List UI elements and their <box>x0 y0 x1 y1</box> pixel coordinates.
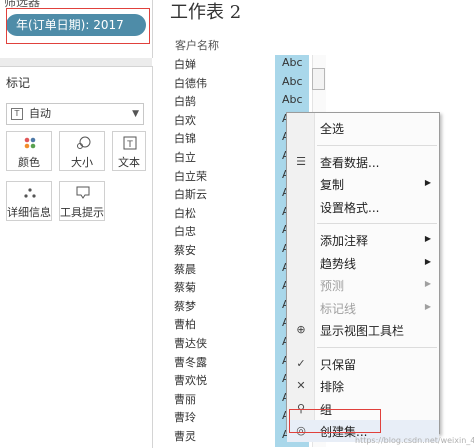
row-customer-name[interactable]: 白婵 <box>174 56 196 72</box>
menu-item-label: 添加注释 <box>320 234 369 248</box>
row-customer-name[interactable]: 蔡菊 <box>174 279 196 295</box>
row-customer-name[interactable]: 白斯云 <box>174 186 207 202</box>
row-customer-name[interactable]: 蔡梦 <box>174 298 196 314</box>
menu-item-label: 复制 <box>320 178 345 192</box>
marks-color-label: 颜色 <box>18 156 40 169</box>
watermark: https://blog.csdn.net/weixin_44 <box>355 436 474 445</box>
marks-title: 标记 <box>6 76 31 90</box>
chevron-down-icon: ▼ <box>132 109 139 119</box>
menu-item-label: 设置格式... <box>320 200 380 215</box>
menu-item[interactable]: 全选 <box>287 117 439 139</box>
row-customer-name[interactable]: 蔡晨 <box>174 261 196 277</box>
svg-text:T: T <box>126 140 133 150</box>
menu-item-label: 排除 <box>320 380 345 394</box>
menu-item[interactable]: ✕ 排除 <box>287 375 439 397</box>
row-abc-cell[interactable]: Abc <box>282 56 303 69</box>
x-icon: ✕ <box>296 379 306 392</box>
worksheet-title: 工作表 2 <box>170 2 242 23</box>
detail-icon <box>7 186 51 200</box>
menu-item[interactable]: 设置格式... <box>287 196 439 218</box>
menu-item[interactable]: 趋势线 ▶ <box>287 252 439 274</box>
context-menu: 全选 ☰ 查看数据... 复制 ▶ 设置格式... 添加注释 ▶ 趋势线 ▶ 预测 ▶ 标记线 ▶ ⊕ 显示视… <box>286 112 440 442</box>
mark-type-value: 自动 <box>29 107 51 120</box>
tooltip-icon <box>60 186 104 200</box>
marks-tooltip-button[interactable]: 工具提示 <box>59 181 105 221</box>
row-customer-name[interactable]: 曹玲 <box>174 409 196 425</box>
marks-text-label: 文本 <box>118 156 140 169</box>
scrollbar-thumb[interactable] <box>312 68 325 90</box>
check-icon: ✓ <box>296 356 306 370</box>
row-customer-name[interactable]: 白立 <box>174 149 196 165</box>
view-data-icon: ☰ <box>296 154 306 168</box>
row-customer-name[interactable]: 白欢 <box>174 112 196 128</box>
menu-item[interactable]: 添加注释 ▶ <box>287 229 439 251</box>
column-header[interactable]: 客户名称 <box>175 37 219 53</box>
submenu-arrow-icon: ▶ <box>424 234 431 243</box>
menu-item[interactable]: 标记线 ▶ <box>287 297 439 319</box>
row-customer-name[interactable]: 曹达侠 <box>174 335 207 351</box>
row-customer-name[interactable]: 白德伟 <box>174 75 207 91</box>
filter-highlight-box <box>6 8 150 44</box>
marks-detail-button[interactable]: 详细信息 <box>6 181 52 221</box>
row-customer-name[interactable]: 曹丽 <box>174 391 196 407</box>
submenu-arrow-icon: ▶ <box>424 178 431 187</box>
menu-item-label: 只保留 <box>320 357 357 372</box>
row-customer-name[interactable]: 曹欢悦 <box>174 372 207 388</box>
menu-item-label: 全选 <box>320 122 345 136</box>
row-customer-name[interactable]: 曹冬露 <box>174 354 207 370</box>
row-customer-name[interactable]: 白立荣 <box>174 168 207 184</box>
menu-item[interactable]: ✓ 只保留 <box>287 353 439 375</box>
row-customer-name[interactable]: 白松 <box>174 205 196 221</box>
row-customer-name[interactable]: 蔡安 <box>174 242 196 258</box>
marks-detail-label: 详细信息 <box>7 206 51 219</box>
row-customer-name[interactable]: 曹灵 <box>174 428 196 444</box>
row-customer-name[interactable]: 白忠 <box>174 223 196 239</box>
marks-color-button[interactable]: 颜色 <box>6 131 52 171</box>
menu-item[interactable]: 复制 ▶ <box>287 173 439 195</box>
mark-type-select[interactable]: T 自动 ▼ <box>6 103 144 125</box>
marks-text-button[interactable]: T 文本 <box>112 131 146 171</box>
menu-item[interactable]: ⊕ 显示视图工具栏 <box>287 319 439 341</box>
color-dots-icon <box>7 136 51 150</box>
text-icon: T <box>11 108 23 120</box>
menu-item-label: 查看数据... <box>320 155 380 170</box>
marks-card: 标记 T 自动 ▼ 颜色 大小 T 文本 详细信息 工具提示 <box>0 66 153 448</box>
size-icon <box>60 136 104 150</box>
menu-item-label: 预测 <box>320 279 345 293</box>
menu-item[interactable]: 预测 ▶ <box>287 274 439 296</box>
menu-item-label: 显示视图工具栏 <box>320 324 405 338</box>
row-customer-name[interactable]: 白鹄 <box>174 93 196 109</box>
menu-item-label: 趋势线 <box>320 256 357 271</box>
row-customer-name[interactable]: 白锦 <box>174 130 196 146</box>
zoom-icon: ⊕ <box>296 323 306 336</box>
submenu-arrow-icon: ▶ <box>424 279 431 288</box>
marks-tooltip-label: 工具提示 <box>60 206 104 219</box>
filters-card: 筛选器 年(订单日期): 2017 <box>0 0 153 58</box>
menu-separator <box>317 144 437 146</box>
row-abc-cell[interactable]: Abc <box>282 93 303 106</box>
menu-separator <box>317 223 437 224</box>
menu-item[interactable]: ☰ 查看数据... <box>287 151 439 173</box>
menu-item-label: 标记线 <box>320 301 357 316</box>
menu-separator <box>317 346 437 348</box>
submenu-arrow-icon: ▶ <box>424 256 431 266</box>
submenu-arrow-icon: ▶ <box>424 301 431 311</box>
marks-size-label: 大小 <box>71 156 93 169</box>
marks-size-button[interactable]: 大小 <box>59 131 105 171</box>
create-set-highlight-box <box>289 409 381 433</box>
text-icon: T <box>113 136 145 150</box>
row-abc-cell[interactable]: Abc <box>282 75 303 88</box>
row-customer-name[interactable]: 曹柏 <box>174 316 196 332</box>
